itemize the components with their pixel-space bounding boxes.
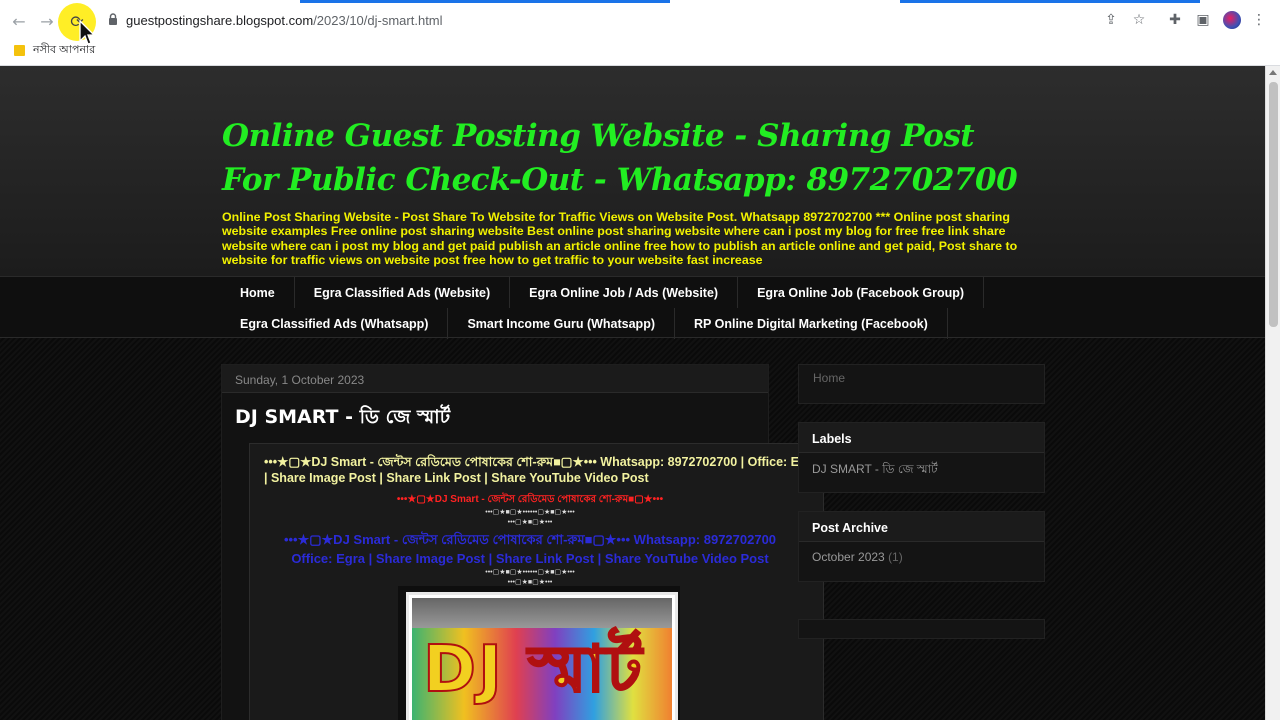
nav-link-egra-online-job-facebook[interactable]: Egra Online Job (Facebook Group) (738, 277, 985, 308)
tab-accent (900, 0, 1200, 3)
post-blue-line-2: Office: Egra | Share Image Post | Share … (291, 551, 769, 566)
decorative-dots: •••▢★■▢★••••••▢★■▢★••• (485, 569, 575, 576)
nav-link-home[interactable]: Home (221, 277, 295, 308)
label-link[interactable]: DJ SMART - ডি জে স্মার্ট (812, 461, 938, 481)
labels-widget: Labels DJ SMART - ডি জে স্মার্ট (798, 422, 1045, 493)
url-path: /2023/10/dj-smart.html (313, 13, 443, 28)
scroll-up-arrow-icon[interactable] (1269, 70, 1277, 75)
post-intro-line-2: | Share Image Post | Share Link Post | S… (264, 471, 649, 485)
sidebar-home-link[interactable]: Home (813, 371, 845, 385)
blog-title[interactable]: Online Guest Posting Website - Sharing P… (222, 114, 1022, 202)
folder-icon (14, 45, 25, 56)
blog-header: Online Guest Posting Website - Sharing P… (0, 66, 1265, 276)
scrollbar-thumb[interactable] (1269, 82, 1278, 327)
post-date: Sunday, 1 October 2023 (235, 373, 365, 387)
post-red-heading: •••★▢★DJ Smart - জেন্টস রেডিমেড পোষাকের … (396, 494, 664, 505)
sidebar-home-widget: Home (798, 364, 1045, 404)
archive-count: (1) (888, 550, 903, 564)
post-blue-link[interactable]: •••★▢★DJ Smart - জেন্টস রেডিমেড পোষাকের … (250, 530, 810, 568)
nav-link-smart-income-guru[interactable]: Smart Income Guru (Whatsapp) (448, 308, 675, 339)
star-icon[interactable]: ☆ (1130, 11, 1148, 29)
post-title[interactable]: DJ SMART - ডি জে স্মার্ট (235, 403, 450, 435)
archive-widget: Post Archive October 2023 (1) (798, 511, 1045, 582)
forward-arrow-icon[interactable]: → (36, 10, 58, 32)
blog-description: Online Post Sharing Website - Post Share… (222, 210, 1018, 267)
labels-title: Labels (812, 432, 852, 446)
browser-toolbar: ← → ⟳ guestpostingshare.blogspot.com/202… (0, 0, 1280, 66)
blog-nav: Home Egra Classified Ads (Website) Egra … (0, 276, 1265, 339)
archive-month: October 2023 (812, 550, 885, 564)
page-scrollbar[interactable] (1265, 66, 1280, 720)
image-logo-text: DJ স্মার্ট (422, 633, 644, 707)
post-body: •••★▢★DJ Smart - জেন্টস রেডিমেড পোষাকের … (249, 443, 824, 720)
post-blue-line-1: •••★▢★DJ Smart - জেন্টস রেডিমেড পোষাকের … (283, 532, 777, 547)
post-intro-line: •••★▢★DJ Smart - জেন্টস রেডিমেড পোষাকের … (264, 455, 819, 469)
profile-avatar[interactable] (1223, 11, 1241, 29)
nav-row-1: Home Egra Classified Ads (Website) Egra … (221, 277, 985, 308)
mouse-cursor-icon (79, 19, 96, 45)
archive-item[interactable]: October 2023 (1) (812, 550, 903, 564)
nav-link-egra-online-job-website[interactable]: Egra Online Job / Ads (Website) (510, 277, 739, 308)
url-domain: guestpostingshare.blogspot.com (126, 13, 314, 28)
nav-row-2: Egra Classified Ads (Whatsapp) Smart Inc… (221, 308, 948, 339)
blog-page: Online Guest Posting Website - Sharing P… (0, 66, 1265, 720)
tab-strip-edge (0, 0, 1280, 3)
lock-icon (109, 13, 117, 25)
post-container: Sunday, 1 October 2023 DJ SMART - ডি জে … (221, 364, 824, 720)
image-photo-strip (412, 598, 672, 628)
extensions-icon[interactable]: ✚ (1166, 11, 1184, 29)
menu-icon[interactable]: ⋮ (1250, 11, 1268, 29)
archive-header: Post Archive (799, 512, 1044, 542)
decorative-dots: •••▢★■▢★••••••▢★■▢★••• (485, 509, 575, 516)
labels-header: Labels (799, 423, 1044, 453)
back-arrow-icon[interactable]: ← (8, 10, 30, 32)
post-image[interactable]: DJ স্মার্ট (406, 592, 678, 720)
side-panel-icon[interactable]: ▣ (1194, 11, 1212, 29)
nav-link-egra-classified-website[interactable]: Egra Classified Ads (Website) (295, 277, 511, 308)
decorative-dots: •••▢★■▢★••• (507, 519, 553, 526)
archive-title: Post Archive (812, 521, 888, 535)
tab-accent (300, 0, 670, 3)
share-icon[interactable]: ⇪ (1102, 11, 1120, 29)
nav-link-egra-classified-whatsapp[interactable]: Egra Classified Ads (Whatsapp) (221, 308, 449, 339)
url-text[interactable]: guestpostingshare.blogspot.com/2023/10/d… (126, 13, 443, 28)
nav-link-rp-online-digital-marketing[interactable]: RP Online Digital Marketing (Facebook) (675, 308, 948, 339)
date-header: Sunday, 1 October 2023 (222, 365, 768, 393)
sidebar-empty-widget (798, 619, 1045, 639)
